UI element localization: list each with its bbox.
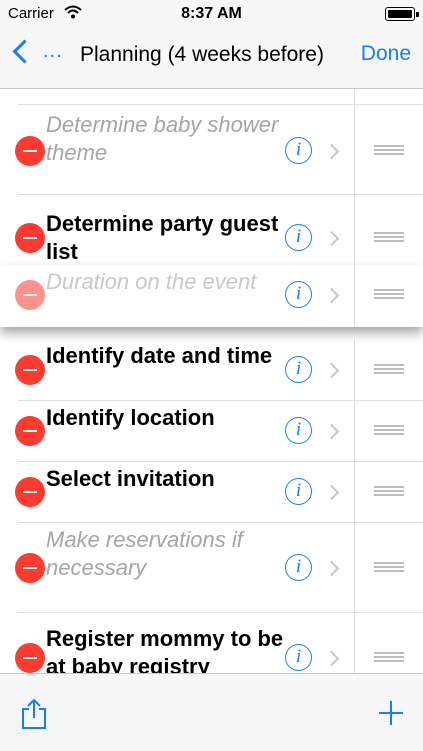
plus-icon[interactable] bbox=[379, 701, 403, 725]
minus-circle-icon[interactable] bbox=[15, 643, 45, 673]
info-circle-icon[interactable]: i bbox=[285, 356, 312, 383]
minus-circle-icon[interactable] bbox=[15, 280, 45, 310]
item-title: Register mommy to be at baby registry bbox=[46, 626, 284, 673]
chevron-right-icon bbox=[323, 287, 340, 304]
list-item[interactable]: i bbox=[0, 89, 423, 105]
page-title: Planning (4 weeks before) bbox=[80, 43, 324, 66]
list-item-dragging[interactable]: Duration on the event i bbox=[0, 265, 423, 327]
info-circle-icon[interactable]: i bbox=[285, 224, 312, 251]
chevron-right-icon bbox=[323, 362, 340, 379]
list-item[interactable]: Identify date and time i bbox=[0, 339, 423, 401]
item-title: Determine baby shower theme bbox=[46, 112, 279, 165]
chevron-right-icon bbox=[323, 143, 340, 160]
info-circle-icon[interactable]: i bbox=[285, 644, 312, 671]
reorder-handle-icon[interactable] bbox=[374, 425, 404, 435]
reorder-handle-icon[interactable] bbox=[374, 486, 404, 496]
back-label: ... bbox=[43, 40, 63, 62]
share-icon[interactable] bbox=[20, 698, 48, 730]
item-title: Select invitation bbox=[46, 466, 215, 491]
status-bar: Carrier 8:37 AM bbox=[0, 0, 423, 28]
item-title: Make reservations if necessary bbox=[46, 527, 243, 580]
reorder-handle-icon[interactable] bbox=[374, 652, 404, 662]
minus-circle-icon[interactable] bbox=[15, 477, 45, 507]
list-item[interactable]: Register mommy to be at baby registry i bbox=[0, 613, 423, 673]
list-item[interactable]: Make reservations if necessary i bbox=[0, 523, 423, 613]
info-circle-icon[interactable]: i bbox=[285, 478, 312, 505]
battery-icon bbox=[385, 7, 419, 21]
minus-circle-icon[interactable] bbox=[15, 355, 45, 385]
list-item[interactable]: Determine party guest list i bbox=[0, 195, 423, 269]
chevron-right-icon bbox=[323, 484, 340, 501]
reorder-handle-icon[interactable] bbox=[374, 289, 404, 299]
info-circle-icon[interactable]: i bbox=[285, 281, 312, 308]
reorder-handle-icon[interactable] bbox=[374, 562, 404, 572]
list-item[interactable]: Determine baby shower theme i bbox=[0, 105, 423, 195]
reorder-handle-icon[interactable] bbox=[374, 232, 404, 242]
chevron-right-icon bbox=[323, 650, 340, 667]
list-item[interactable]: Select invitation i bbox=[0, 462, 423, 523]
task-list: i Determine baby shower theme i Determin… bbox=[0, 89, 423, 673]
minus-circle-icon[interactable] bbox=[15, 136, 45, 166]
item-title: Identify location bbox=[46, 405, 215, 430]
reorder-handle-icon[interactable] bbox=[374, 145, 404, 155]
item-title: Identify date and time bbox=[46, 343, 273, 368]
reorder-handle-icon[interactable] bbox=[374, 364, 404, 374]
info-circle-icon[interactable]: i bbox=[285, 417, 312, 444]
navigation-bar: ... Planning (4 weeks before) Done bbox=[0, 28, 423, 89]
chevron-right-icon bbox=[323, 560, 340, 577]
minus-circle-icon[interactable] bbox=[15, 553, 45, 583]
info-circle-icon[interactable]: i bbox=[285, 554, 312, 581]
item-title: Duration on the event bbox=[46, 269, 257, 294]
chevron-right-icon bbox=[323, 423, 340, 440]
status-time: 8:37 AM bbox=[181, 5, 242, 22]
bottom-toolbar bbox=[0, 673, 423, 751]
item-title: Determine party guest list bbox=[46, 211, 279, 264]
minus-circle-icon[interactable] bbox=[15, 223, 45, 253]
chevron-left-icon bbox=[12, 39, 37, 64]
list-item[interactable]: Identify location i bbox=[0, 401, 423, 462]
back-button[interactable]: ... bbox=[10, 39, 63, 64]
done-button[interactable]: Done bbox=[361, 42, 411, 66]
minus-circle-icon[interactable] bbox=[15, 416, 45, 446]
chevron-right-icon bbox=[323, 230, 340, 247]
info-circle-icon[interactable]: i bbox=[285, 137, 312, 164]
